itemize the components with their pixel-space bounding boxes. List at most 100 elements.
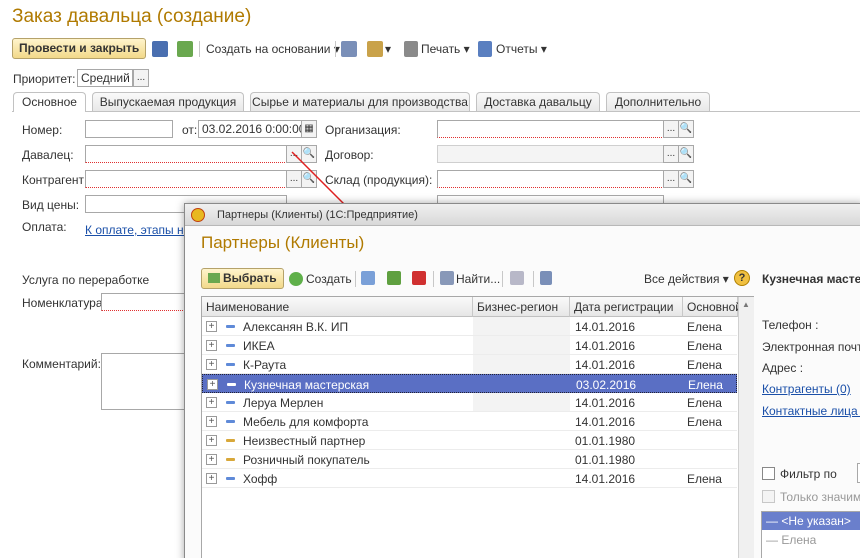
organization-field[interactable] <box>437 120 664 138</box>
table-row[interactable]: + Неизвестный партнер 01.01.1980 <box>202 431 737 450</box>
filter-checkbox[interactable] <box>762 467 775 480</box>
expand-icon[interactable]: + <box>206 321 217 332</box>
list-icon[interactable] <box>540 271 552 285</box>
dialog-window-title: Партнеры (Клиенты) (1С:Предприятие) <box>217 209 418 221</box>
contacts-link[interactable]: Контактные лица (0 <box>762 404 860 418</box>
expand-icon[interactable]: + <box>206 416 217 427</box>
table-row[interactable]: + ИКЕА 14.01.2016 Елена <box>202 336 737 355</box>
list-icon[interactable] <box>341 41 357 57</box>
warehouse-field[interactable] <box>437 170 664 188</box>
number-field[interactable] <box>85 120 173 138</box>
nomenclature-label: Номенклатура: <box>22 296 106 310</box>
documents-icon[interactable] <box>367 41 383 57</box>
priority-choose-button[interactable]: ... <box>133 69 149 87</box>
table-row[interactable]: + Леруа Мерлен 14.01.2016 Елена <box>202 393 737 412</box>
expand-icon[interactable]: + <box>206 473 217 484</box>
select-button[interactable]: Выбрать <box>201 268 284 289</box>
table-row-selected[interactable]: + Кузнечная мастерская 03.02.2016 Елена <box>202 374 737 393</box>
add-icon <box>289 272 303 286</box>
post-icon[interactable] <box>177 41 193 57</box>
contract-choose-button: ... <box>663 145 679 163</box>
payment-label: Оплата: <box>22 220 67 234</box>
only-significant-checkbox <box>762 490 775 503</box>
comment-textarea[interactable] <box>101 353 191 410</box>
table-scrollbar[interactable]: ▲ <box>738 297 754 558</box>
date-from-label: от: <box>182 123 198 137</box>
scroll-up-icon[interactable]: ▲ <box>742 300 750 309</box>
create-based-menu[interactable]: Создать на основании ▾ <box>206 42 340 56</box>
dialog-titlebar: Партнеры (Клиенты) (1С:Предприятие) <box>185 204 860 226</box>
toolbar-separator <box>355 271 356 287</box>
search-icon[interactable]: 🔍 <box>678 170 694 188</box>
counterparties-link[interactable]: Контрагенты (0) <box>762 382 851 396</box>
expand-icon[interactable]: + <box>206 435 217 446</box>
find-button[interactable]: Найти... <box>456 272 500 286</box>
create-button[interactable]: Создать <box>306 272 352 286</box>
tab-delivery[interactable]: Доставка давальцу <box>476 92 600 111</box>
payment-link[interactable]: К оплате, этапы не <box>85 223 190 237</box>
search-icon[interactable]: 🔍 <box>678 120 694 138</box>
table-row[interactable]: + Алексанян В.К. ИП 14.01.2016 Елена <box>202 317 737 336</box>
print-menu[interactable]: Печать ▾ <box>421 42 470 56</box>
delete-icon[interactable] <box>412 271 426 285</box>
expand-icon[interactable]: + <box>207 379 218 390</box>
warehouse-choose-button[interactable]: ... <box>663 170 679 188</box>
comment-label: Комментарий: <box>22 357 101 371</box>
supplier-label: Давалец: <box>22 148 74 162</box>
number-label: Номер: <box>22 123 63 137</box>
column-header-region[interactable]: Бизнес-регион <box>473 297 570 317</box>
tab-additional[interactable]: Дополнительно <box>606 92 710 111</box>
toolbar-separator <box>533 271 534 287</box>
priority-field[interactable]: Средний <box>77 69 133 87</box>
dialog-heading: Партнеры (Клиенты) <box>201 233 365 252</box>
all-actions-menu[interactable]: Все действия ▾ <box>644 272 729 286</box>
managers-list[interactable]: — <Не указан> — Елена <box>761 511 860 558</box>
select-icon <box>208 273 220 283</box>
calendar-icon[interactable]: ▦ <box>301 120 317 138</box>
search-icon <box>440 271 454 285</box>
partner-name: Кузнечная масте <box>762 272 860 286</box>
nomenclature-field[interactable] <box>101 293 191 311</box>
list-item[interactable]: — Елена <box>762 531 820 549</box>
column-header-name[interactable]: Наименование <box>202 297 473 317</box>
supplier-field[interactable] <box>85 145 287 163</box>
only-significant-label: Только значим <box>780 490 860 504</box>
cancel-search-icon[interactable] <box>510 271 524 285</box>
reports-icon <box>478 41 492 57</box>
save-icon[interactable] <box>152 41 168 57</box>
partner-icon <box>226 344 235 347</box>
expand-icon[interactable]: + <box>206 454 217 465</box>
unknown-partner-icon <box>226 439 235 442</box>
counterparty-field[interactable] <box>85 170 287 188</box>
table-row[interactable]: + К-Раута 14.01.2016 Елена <box>202 355 737 374</box>
partner-icon <box>226 363 235 366</box>
edit-icon[interactable] <box>387 271 401 285</box>
post-and-close-button[interactable]: Провести и закрыть <box>12 38 147 59</box>
tab-products[interactable]: Выпускаемая продукция <box>92 92 244 111</box>
printer-icon <box>404 41 418 57</box>
column-header-main[interactable]: Основной <box>683 297 742 317</box>
table-row[interactable]: + Хофф 14.01.2016 Елена <box>202 469 737 488</box>
expand-icon[interactable]: + <box>206 340 217 351</box>
expand-icon[interactable]: + <box>206 359 217 370</box>
table-row[interactable]: + Розничный покупатель 01.01.1980 <box>202 450 737 469</box>
help-icon[interactable]: ? <box>734 270 750 286</box>
chevron-down-icon[interactable]: ▾ <box>385 42 391 56</box>
column-header-date[interactable]: Дата регистрации <box>570 297 683 317</box>
tab-divider <box>12 111 860 112</box>
tab-main[interactable]: Основное <box>13 92 86 112</box>
list-item-selected[interactable]: — <Не указан> <box>762 512 860 530</box>
organization-choose-button[interactable]: ... <box>663 120 679 138</box>
filter-label: Фильтр по <box>780 467 837 481</box>
expand-icon[interactable]: + <box>206 397 217 408</box>
table-row[interactable]: + Мебель для комфорта 14.01.2016 Елена <box>202 412 737 431</box>
reports-menu[interactable]: Отчеты ▾ <box>496 42 547 56</box>
contract-field <box>437 145 664 163</box>
date-field[interactable]: 03.02.2016 0:00:00 <box>198 120 302 138</box>
page-title: Заказ давальца (создание) <box>12 6 252 27</box>
partner-icon <box>226 401 235 404</box>
copy-icon[interactable] <box>361 271 375 285</box>
partners-table[interactable]: Наименование Бизнес-регион Дата регистра… <box>201 296 754 558</box>
toolbar-separator <box>433 271 434 287</box>
tab-materials[interactable]: Сырье и материалы для производства <box>250 92 470 111</box>
